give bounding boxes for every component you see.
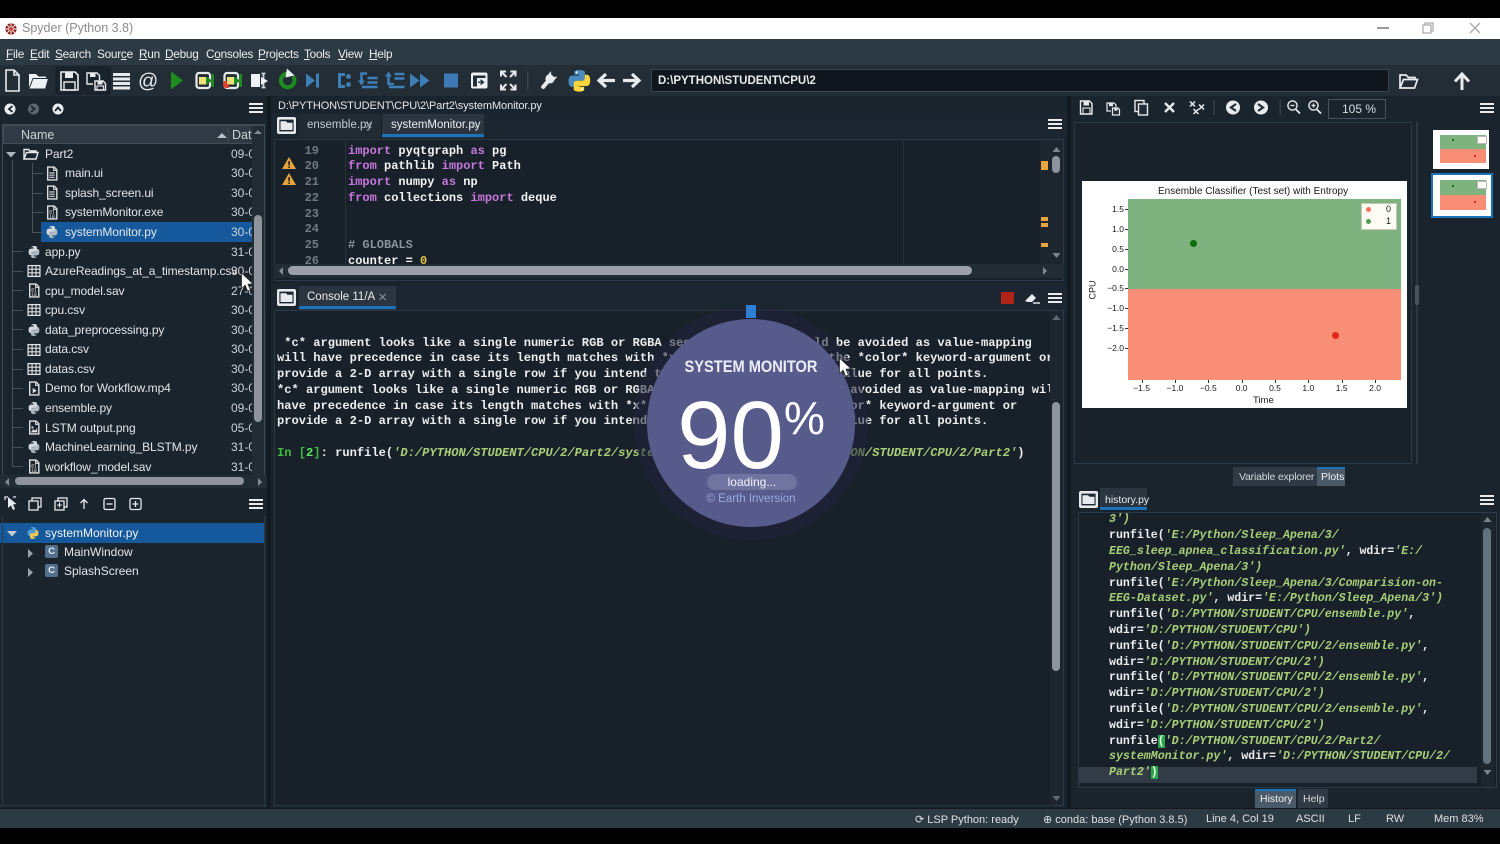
svg-text:10: 10 [31,468,37,474]
svg-text:10: 10 [31,292,37,298]
svg-text:@: @ [138,71,158,93]
svg-text:10: 10 [49,213,55,219]
